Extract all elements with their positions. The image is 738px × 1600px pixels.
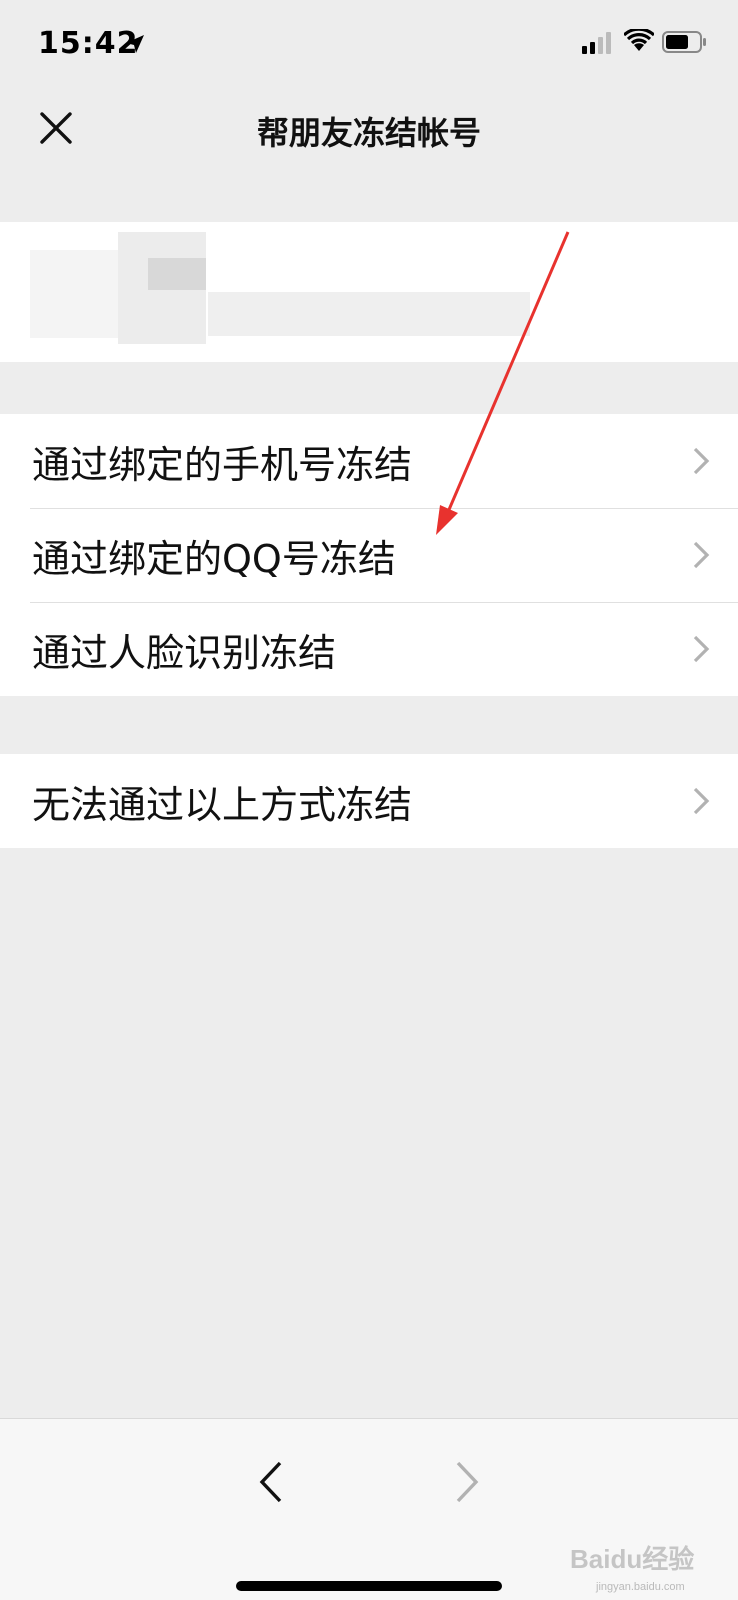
other-methods-group: 无法通过以上方式冻结 [0, 754, 738, 848]
nickname-blur [208, 292, 530, 336]
menu-item-label: 通过人脸识别冻结 [32, 630, 337, 675]
status-bar: 15:42 [0, 0, 738, 90]
chevron-left-icon[interactable] [250, 1457, 290, 1507]
freeze-by-qq-item[interactable]: 通过绑定的QQ号冻结 [0, 508, 738, 602]
chevron-right-icon [693, 787, 710, 815]
home-indicator[interactable] [236, 1581, 502, 1591]
freeze-by-phone-item[interactable]: 通过绑定的手机号冻结 [0, 414, 738, 508]
chevron-right-icon [693, 635, 710, 663]
chevron-right-icon[interactable] [448, 1457, 488, 1507]
chevron-right-icon [693, 447, 710, 475]
freeze-methods-group: 通过绑定的手机号冻结 通过绑定的QQ号冻结 通过人脸识别冻结 [0, 414, 738, 696]
baidu-watermark: Baidu经验 [570, 1544, 695, 1574]
freeze-by-face-item[interactable]: 通过人脸识别冻结 [0, 602, 738, 696]
bottom-toolbar: Baidu经验 jingyan.baidu.com [0, 1418, 738, 1600]
avatar [30, 250, 118, 338]
battery-icon [662, 31, 706, 53]
menu-item-label: 通过绑定的手机号冻结 [32, 442, 413, 487]
location-arrow-icon [126, 35, 144, 53]
menu-item-label: 通过绑定的QQ号冻结 [32, 536, 396, 581]
baidu-watermark-url: jingyan.baidu.com [596, 1581, 685, 1593]
signal-icon [582, 32, 611, 54]
chevron-right-icon [693, 541, 710, 569]
menu-item-label: 无法通过以上方式冻结 [32, 782, 413, 827]
avatar-pixel [148, 258, 206, 290]
page-title: 帮朋友冻结帐号 [256, 114, 481, 152]
wifi-icon [624, 29, 654, 51]
freeze-other-way-item[interactable]: 无法通过以上方式冻结 [0, 754, 738, 848]
friend-profile-card [0, 222, 738, 362]
nav-bar: 帮朋友冻结帐号 [0, 90, 738, 168]
